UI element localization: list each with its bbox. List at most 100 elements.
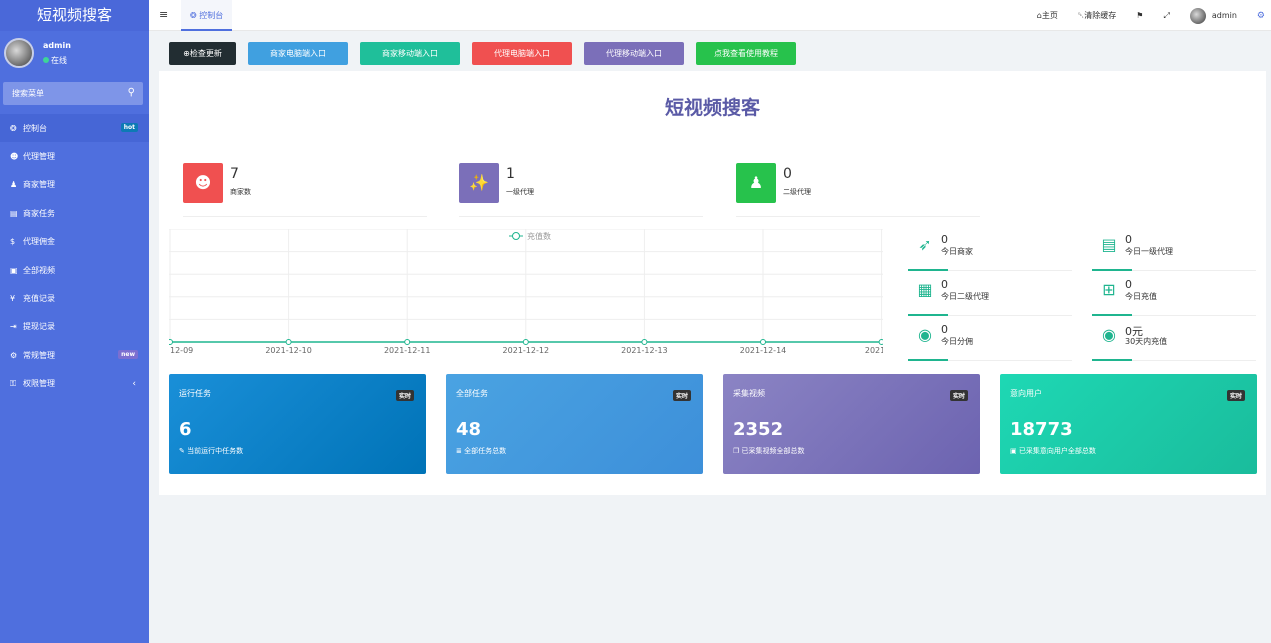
- tab-label: 控制台: [199, 11, 224, 20]
- user-icon: ♟: [10, 180, 18, 190]
- card-value: 18773: [1010, 419, 1073, 440]
- list-icon: ▤: [10, 208, 18, 218]
- mini-stat-label: 今日分佣: [941, 337, 973, 346]
- chart-x-tick-label: 2021-12-11: [384, 346, 431, 355]
- mini-stat-label: 今日充值: [1125, 292, 1157, 301]
- sidebar-item-merchant-management[interactable]: ♟ 商家管理: [0, 171, 149, 199]
- chart-data-point: [641, 339, 648, 345]
- check-update-button[interactable]: ⊕检查更新: [169, 42, 236, 65]
- sidebar-item-general-management[interactable]: ⚙ 常规管理 new: [0, 341, 149, 369]
- sidebar-item-agent-commission[interactable]: $ 代理佣金: [0, 228, 149, 256]
- home-link[interactable]: ⌂主页: [1037, 10, 1058, 21]
- sidebar-item-label: 全部视频: [23, 265, 55, 275]
- card-desc: ▣ 已采集意向用户全部总数: [1010, 446, 1096, 456]
- user-name: admin: [43, 41, 71, 50]
- sidebar-item-label: 常规管理: [23, 350, 55, 360]
- dollar-icon: $: [10, 237, 16, 247]
- merchant-mobile-entry-button[interactable]: 商家移动端入口: [360, 42, 460, 65]
- mini-stat-value: 0: [941, 278, 948, 291]
- rocket-icon: ➶: [918, 235, 932, 254]
- plus-circle-icon: ⊕: [183, 49, 190, 58]
- app-logo-title[interactable]: 短视频搜客: [0, 0, 149, 31]
- card-desc: ≣ 全部任务总数: [456, 446, 506, 456]
- card-title: 运行任务: [179, 389, 211, 398]
- video-icon: ▣: [10, 265, 18, 275]
- mini-stat-today-level2: ▦ 0 今日二级代理: [908, 274, 1072, 316]
- card-collected-videos: 采集视频 实时 2352 ❐ 已采集视频全部总数: [723, 374, 980, 474]
- sidebar-item-merchant-tasks[interactable]: ▤ 商家任务: [0, 199, 149, 227]
- card-title: 采集视频: [733, 389, 765, 398]
- page-title: 短视频搜客: [664, 97, 760, 119]
- user-icon: ♟: [736, 163, 776, 203]
- mini-stat-value: 0: [941, 233, 948, 246]
- stat-value: 0: [783, 166, 792, 182]
- stat-label: 商家数: [230, 188, 251, 196]
- mini-stat-today-commission: ◉ 0 今日分佣: [908, 319, 1072, 361]
- entry-button-row: ⊕检查更新 商家电脑端入口 商家移动端入口 代理电脑端入口 代理移动端入口 点我…: [169, 42, 808, 65]
- search-icon[interactable]: ⚲: [128, 87, 135, 98]
- stat-level2-agents: ♟ 0 二级代理: [736, 163, 980, 217]
- sidebar-item-label: 商家任务: [23, 208, 55, 218]
- users-icon: ☻: [10, 152, 19, 162]
- mini-stat-underline: [1092, 359, 1132, 361]
- stat-merchants: ☻ 7 商家数: [183, 163, 427, 217]
- merchant-pc-entry-button[interactable]: 商家电脑端入口: [248, 42, 348, 65]
- users-icon: ☻: [183, 163, 223, 203]
- user-circle-icon: ◉: [1102, 325, 1116, 344]
- sidebar-item-label: 权限管理: [23, 379, 55, 389]
- mini-stat-value: 0: [1125, 233, 1132, 246]
- sidebar-search: ⚲: [3, 82, 143, 105]
- sidebar-item-withdraw-records[interactable]: ⇥ 提现记录: [0, 313, 149, 341]
- dashboard-icon: ❂: [10, 123, 17, 133]
- stat-label: 二级代理: [783, 188, 811, 196]
- mini-stat-30day-recharge: ◉ 0元 30天内充值: [1092, 319, 1256, 361]
- topbar-avatar[interactable]: [1189, 7, 1206, 24]
- sidebar-item-label: 代理佣金: [23, 237, 55, 247]
- stat-label: 一级代理: [506, 188, 534, 196]
- calendar-plus-icon: ⊞: [1102, 280, 1116, 299]
- card-title: 意向用户: [1010, 389, 1042, 398]
- sidebar-item-all-videos[interactable]: ▣ 全部视频: [0, 256, 149, 284]
- agent-mobile-entry-button[interactable]: 代理移动端入口: [584, 42, 684, 65]
- sidebar-item-recharge-records[interactable]: ¥ 充值记录: [0, 284, 149, 312]
- chevron-left-icon: ‹: [132, 378, 136, 389]
- sidebar-item-agent-management[interactable]: ☻ 代理管理: [0, 142, 149, 170]
- mini-stat-label: 今日商家: [941, 247, 973, 256]
- mini-stat-label: 今日二级代理: [941, 292, 989, 301]
- user-circle-icon: ◉: [918, 325, 932, 344]
- topbar-username[interactable]: admin: [1212, 11, 1237, 20]
- signin-icon: ⇥: [10, 322, 17, 332]
- card-desc-text: 已采集意向用户全部总数: [1018, 447, 1096, 455]
- fullscreen-icon[interactable]: ⤢: [1163, 11, 1169, 21]
- chart-x-tick-label: 2021-12-10: [265, 346, 312, 355]
- tab-dashboard[interactable]: ❂ 控制台: [181, 0, 233, 31]
- button-label: 检查更新: [189, 49, 222, 58]
- card-intent-users: 意向用户 实时 18773 ▣ 已采集意向用户全部总数: [1000, 374, 1257, 474]
- user-status: 在线: [43, 55, 67, 66]
- cogs-icon: ⚙: [10, 350, 18, 360]
- agent-pc-entry-button[interactable]: 代理电脑端入口: [472, 42, 572, 65]
- sidebar-search-input[interactable]: [3, 82, 143, 105]
- topbar: ≡ ❂ 控制台 ⌂主页 ␡清除缓存 ⚑ ⤢ admin ⚙: [149, 0, 1271, 31]
- sidebar-item-permission-management[interactable]: ⚿ 权限管理 ‹: [0, 370, 149, 398]
- home-label: 主页: [1041, 11, 1058, 20]
- settings-icon[interactable]: ⚙: [1257, 11, 1265, 21]
- language-icon[interactable]: ⚑: [1136, 11, 1143, 20]
- chart-x-tick-label: 2021-12-14: [740, 346, 787, 355]
- key-icon: ⚿: [10, 378, 17, 388]
- image-icon: ▣: [1010, 447, 1019, 455]
- card-value: 2352: [733, 419, 784, 440]
- chart-data-point: [404, 339, 411, 345]
- tutorial-button[interactable]: 点我查看使用教程: [696, 42, 796, 65]
- sidebar-item-dashboard[interactable]: ❂ 控制台 hot: [0, 114, 149, 143]
- mini-stat-value: 0: [1125, 278, 1132, 291]
- mini-stat-label: 今日一级代理: [1125, 247, 1173, 256]
- menu-toggle-icon[interactable]: ≡: [159, 8, 168, 21]
- sidebar-item-label: 代理管理: [23, 152, 55, 162]
- clear-cache-link[interactable]: ␡清除缓存: [1078, 10, 1116, 21]
- card-desc-text: 全部任务总数: [464, 447, 507, 455]
- realtime-badge: 实时: [672, 390, 691, 401]
- card-desc: ❐ 已采集视频全部总数: [733, 446, 805, 456]
- card-desc: ✎ 当前运行中任务数: [179, 446, 243, 456]
- chart-x-tick-label: 2021-12: [865, 346, 883, 355]
